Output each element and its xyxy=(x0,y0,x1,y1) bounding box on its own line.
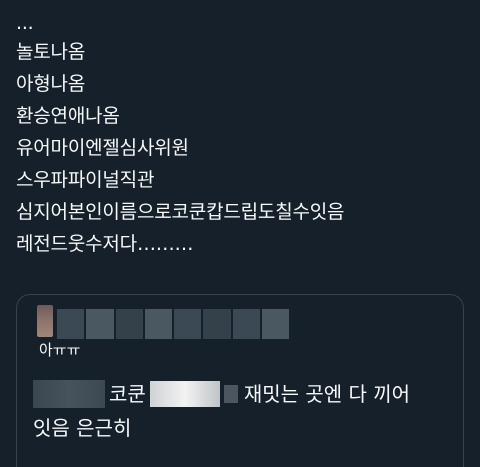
tweet-line: 레전드웃수저다……… xyxy=(16,233,194,255)
tweet-line: 환승연애나옴 xyxy=(16,105,120,127)
censored-text-block xyxy=(149,381,220,407)
avatar[interactable] xyxy=(37,305,53,337)
tweet-line: 아형나옴 xyxy=(16,73,86,95)
quoted-tweet-handle: 아ㅠㅠ xyxy=(39,341,81,359)
quote-text-segment: 잇음 은근히 xyxy=(33,416,132,440)
quoted-tweet-card[interactable]: 아ㅠㅠ 코쿤 재밋는 곳엔 다 끼어 잇음 은근히 xyxy=(16,294,464,467)
tweet-line: 스우파파이널직관 xyxy=(16,169,155,191)
quote-text-segment: 재밋는 곳엔 다 끼어 xyxy=(243,382,411,406)
quoted-tweet-header[interactable] xyxy=(17,295,463,343)
tweet-line: 심지어본인이름으로코쿤캅드립도칠수잇음 xyxy=(16,201,345,223)
censored-text-block xyxy=(33,380,105,408)
tweet-line: ... xyxy=(16,12,34,34)
quote-text-segment: 코쿤 xyxy=(109,382,146,406)
censored-text-block xyxy=(223,385,238,403)
censored-display-name xyxy=(57,309,289,339)
tweet-line: 유어마이엔젤심사위원 xyxy=(16,137,189,159)
timeline-page: ... 놀토나옴 아형나옴 환승연애나옴 유어마이엔젤심사위원 스우파파이널직관… xyxy=(0,0,480,467)
quoted-tweet-text: 코쿤 재밋는 곳엔 다 끼어 잇음 은근히 xyxy=(33,377,461,445)
tweet-line: 놀토나옴 xyxy=(16,41,86,63)
tweet-text: ... 놀토나옴 아형나옴 환승연애나옴 유어마이엔젤심사위원 스우파파이널직관… xyxy=(16,12,472,260)
